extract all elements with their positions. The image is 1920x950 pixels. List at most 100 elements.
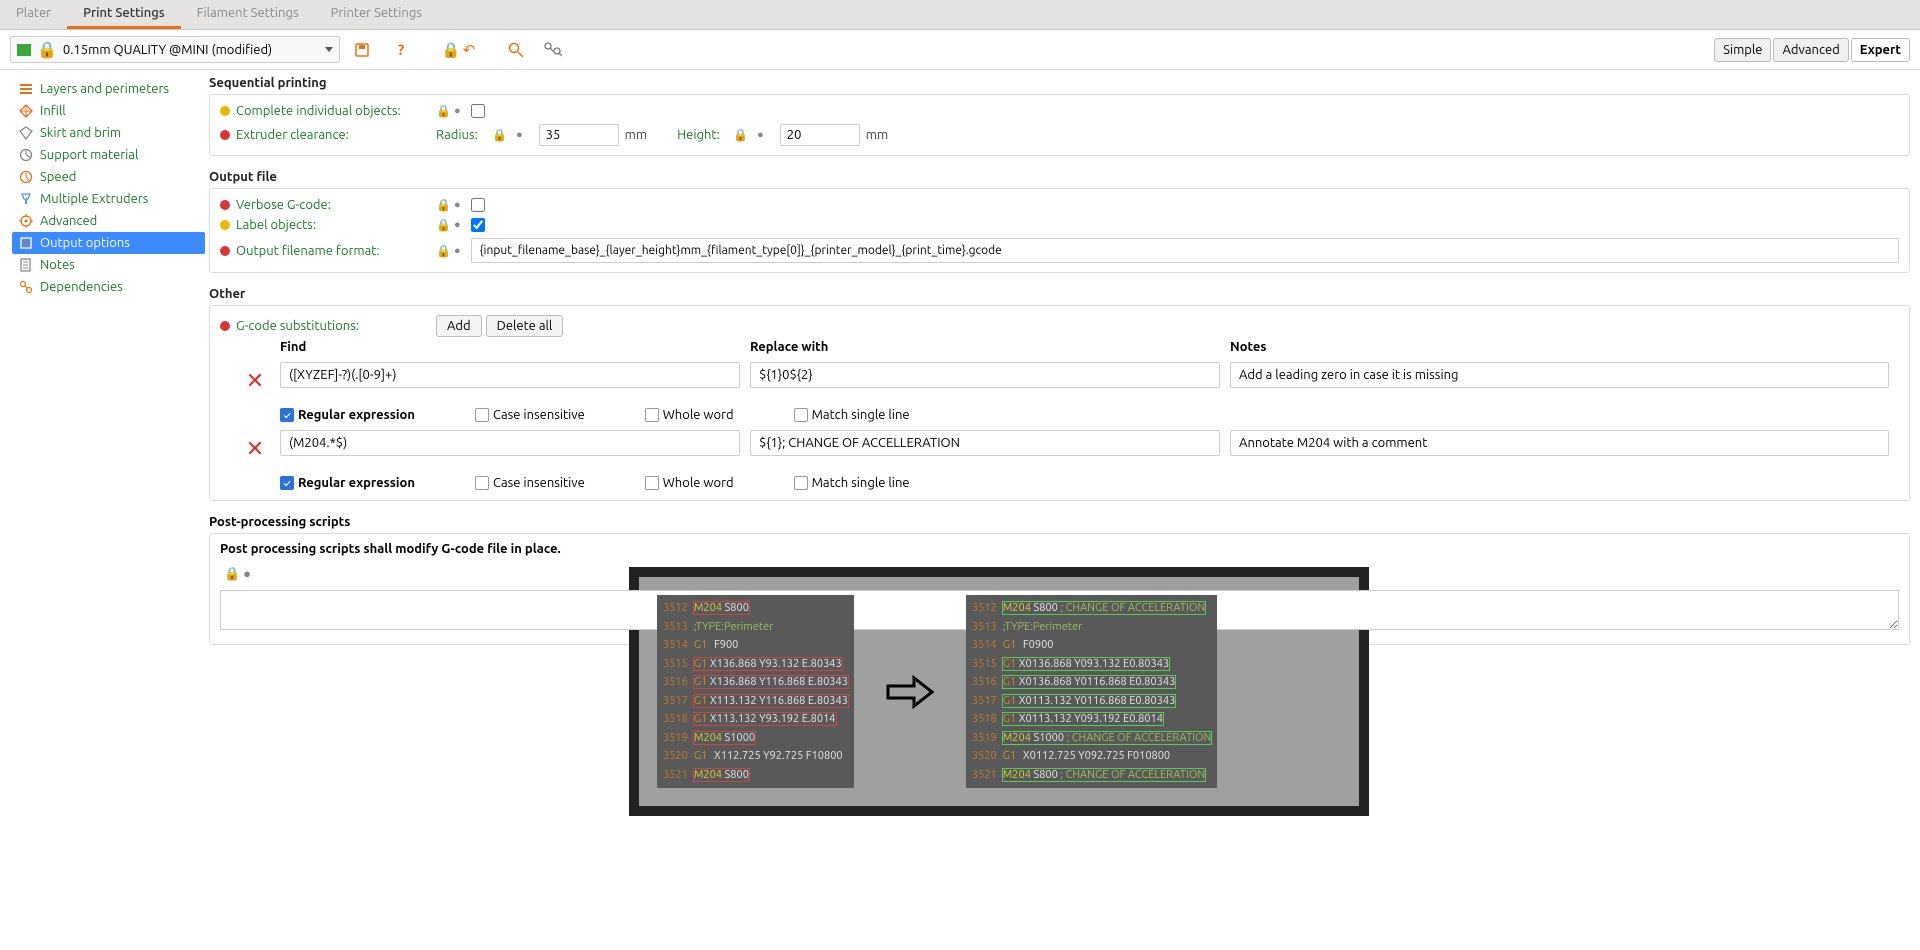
substitution-opt-whole[interactable]: Whole word <box>645 476 734 490</box>
compare-icon[interactable] <box>544 42 566 58</box>
mode-simple[interactable]: Simple <box>1714 38 1771 62</box>
level-dot-icon <box>220 220 230 230</box>
save-profile-icon[interactable] <box>354 42 376 58</box>
substitution-opt-single[interactable]: Match single line <box>794 408 910 422</box>
substitution-opt-whole[interactable]: Whole word <box>645 408 734 422</box>
sidebar-item-dependencies[interactable]: Dependencies <box>12 276 205 298</box>
mode-advanced[interactable]: Advanced <box>1773 38 1848 62</box>
col-header-replace: Replace with <box>750 340 1230 354</box>
add-substitution-button[interactable]: Add <box>436 315 482 337</box>
substitution-find-input[interactable] <box>280 362 740 388</box>
level-dot-icon <box>220 200 230 210</box>
clearance-height-input[interactable] <box>780 124 860 146</box>
section-title: Sequential printing <box>209 76 1910 92</box>
field-label: Extruder clearance: <box>236 128 436 142</box>
sidebar-icon <box>18 103 34 119</box>
help-icon[interactable]: ? <box>390 41 412 58</box>
sidebar-item-advanced[interactable]: Advanced <box>12 210 205 232</box>
sidebar-icon <box>18 279 34 295</box>
col-header-find: Find <box>280 340 750 354</box>
checkbox-icon <box>794 408 808 422</box>
undo-icon[interactable]: ↶ <box>458 41 480 59</box>
reset-dot-icon[interactable]: ● <box>516 129 523 141</box>
substitution-replace-input[interactable] <box>750 430 1220 456</box>
field-label: Label objects: <box>236 218 436 232</box>
substitution-opt-ci[interactable]: Case insensitive <box>475 476 585 490</box>
substitution-notes-input[interactable] <box>1230 362 1889 388</box>
tab-plater[interactable]: Plater <box>0 0 67 29</box>
col-header-notes: Notes <box>1230 340 1899 354</box>
reset-dot-icon[interactable]: ● <box>454 245 461 257</box>
section-title: Other <box>209 287 1910 303</box>
lock-icon[interactable]: 🔒 <box>436 104 450 118</box>
sidebar-item-label: Notes <box>40 258 75 272</box>
sidebar-item-notes[interactable]: Notes <box>12 254 205 276</box>
delete-substitution-icon[interactable]: ✕ <box>230 430 280 462</box>
lock-icon[interactable]: 🔒 <box>436 218 450 232</box>
sidebar-item-label: Layers and perimeters <box>40 82 169 96</box>
search-icon[interactable] <box>508 42 530 58</box>
unit-label: mm <box>625 128 647 142</box>
checkbox-icon <box>475 476 489 490</box>
verbose-gcode-checkbox[interactable] <box>471 198 485 212</box>
level-dot-icon <box>220 321 230 331</box>
substitution-opt-ci[interactable]: Case insensitive <box>475 408 585 422</box>
profile-toolbar: 🔒 0.15mm QUALITY @MINI (modified) ? 🔒 ↶ … <box>0 30 1920 70</box>
reset-dot-icon[interactable]: ● <box>454 219 461 231</box>
sidebar-item-label: Advanced <box>40 214 97 228</box>
lock-icon[interactable]: 🔒 <box>436 198 450 212</box>
sidebar-item-label: Dependencies <box>40 280 123 294</box>
sidebar-item-multiple-extruders[interactable]: Multiple Extruders <box>12 188 205 210</box>
reset-dot-icon[interactable]: ● <box>454 105 461 117</box>
tab-filament-settings[interactable]: Filament Settings <box>181 0 315 29</box>
sidebar-icon <box>18 191 34 207</box>
sidebar-item-label: Output options <box>40 236 130 250</box>
sidebar-item-layers-and-perimeters[interactable]: Layers and perimeters <box>12 78 205 100</box>
substitution-replace-input[interactable] <box>750 362 1220 388</box>
lock-icon[interactable]: 🔒 <box>733 128 747 142</box>
sub-label: Radius: <box>436 128 492 142</box>
settings-panel: Sequential printing Complete individual … <box>205 70 1920 836</box>
sidebar-icon <box>18 257 34 273</box>
field-label: Output filename format: <box>236 244 436 258</box>
delete-all-substitutions-button[interactable]: Delete all <box>486 315 564 337</box>
sidebar-item-support-material[interactable]: Support material <box>12 144 205 166</box>
lock-icon[interactable]: 🔒 <box>492 128 506 142</box>
output-filename-input[interactable] <box>471 238 1899 263</box>
arrow-icon <box>884 672 936 712</box>
sidebar-item-skirt-and-brim[interactable]: Skirt and brim <box>12 122 205 144</box>
sidebar-icon <box>18 235 34 251</box>
checkbox-icon <box>645 476 659 490</box>
substitution-find-input[interactable] <box>280 430 740 456</box>
post-processing-desc: Post processing scripts shall modify G-c… <box>220 542 1899 556</box>
reset-dot-icon[interactable]: ● <box>757 129 764 141</box>
field-label: G-code substitutions: <box>236 319 436 333</box>
mode-expert[interactable]: Expert <box>1851 38 1910 62</box>
unsaved-flag-icon <box>17 44 31 56</box>
complete-objects-checkbox[interactable] <box>471 104 485 118</box>
lock-icon[interactable]: 🔒 <box>436 244 450 258</box>
tab-print-settings[interactable]: Print Settings <box>67 0 181 29</box>
settings-sidebar: Layers and perimeters InfillSkirt and bri… <box>0 70 205 836</box>
checkbox-icon <box>645 408 659 422</box>
substitution-opt-single[interactable]: Match single line <box>794 476 910 490</box>
chevron-down-icon <box>325 47 333 52</box>
example-before: 3512M204 S8003513;TYPE:Perimeter3514G1 F… <box>657 595 854 788</box>
profile-selector[interactable]: 🔒 0.15mm QUALITY @MINI (modified) <box>10 36 340 63</box>
tab-printer-settings[interactable]: Printer Settings <box>315 0 438 29</box>
level-dot-icon <box>220 106 230 116</box>
delete-substitution-icon[interactable]: ✕ <box>230 362 280 394</box>
label-objects-checkbox[interactable] <box>471 218 485 232</box>
checkbox-icon <box>475 408 489 422</box>
substitution-notes-input[interactable] <box>1230 430 1889 456</box>
substitution-opt-regex[interactable]: Regular expression <box>280 408 415 422</box>
section-title: Output file <box>209 170 1910 186</box>
clearance-radius-input[interactable] <box>539 124 619 146</box>
sidebar-item-speed[interactable]: Speed <box>12 166 205 188</box>
sidebar-icon <box>18 169 34 185</box>
sidebar-item-output-options[interactable]: Output options <box>12 232 205 254</box>
unit-label: mm <box>866 128 888 142</box>
substitution-opt-regex[interactable]: Regular expression <box>280 476 415 490</box>
reset-dot-icon[interactable]: ● <box>454 199 461 211</box>
sidebar-item-infill[interactable]: Infill <box>12 100 205 122</box>
